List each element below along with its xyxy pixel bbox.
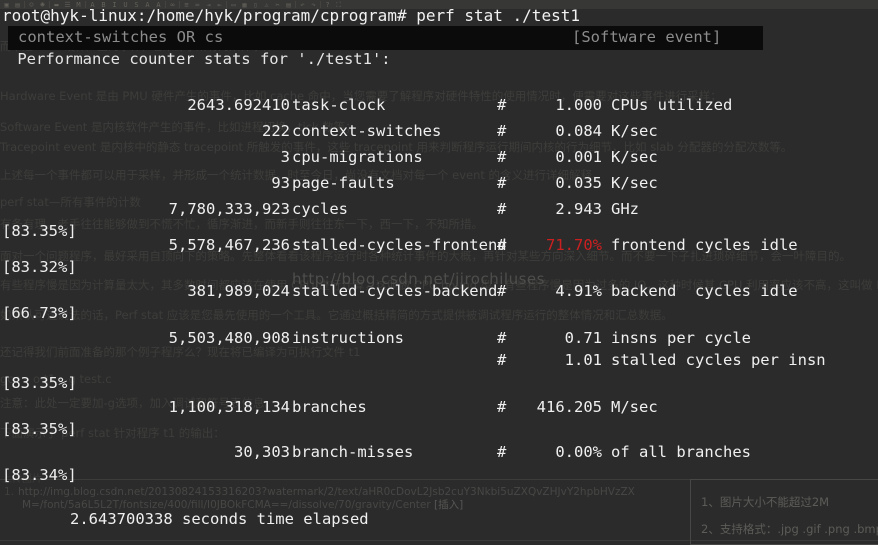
percent-annotation: [66.73%] — [2, 304, 77, 322]
stat-hash: # — [497, 174, 506, 192]
stat-hash: # — [497, 282, 506, 300]
stat-hash: # — [497, 122, 506, 140]
stat-metric-unit: K/sec — [602, 148, 658, 166]
stat-event: context-switches — [292, 122, 441, 140]
upload-hint-formats: 2、支持格式：.jpg .gif .png .bmp — [701, 516, 878, 543]
stat-hash: # — [497, 329, 506, 347]
screenshot-root: ▣ ▤ ☺ ☻ ▬ ☰ M A B I U S A A ∞ ≡ ≔ ⇥ ⇤ ▭ — [0, 0, 878, 545]
stat-metric-unit: K/sec — [602, 174, 658, 192]
stat-metric-unit: frontend cycles idle — [602, 236, 798, 254]
table-row: 1,100,318,134 branches # 416.205M/sec — [0, 398, 878, 424]
list-item: 1.http://img.blog.csdn.net/2013082415331… — [4, 486, 674, 499]
stat-metric: 1.000CPUs utilized — [516, 96, 732, 114]
elapsed-time-line: 2.643700338 seconds time elapsed — [70, 510, 369, 528]
stat-value: 30,303 — [234, 443, 290, 461]
stat-event: instructions — [292, 329, 404, 347]
stat-value: 222 — [262, 122, 290, 140]
shell-prompt-line: root@hyk-linux:/home/hyk/program/cprogra… — [2, 6, 580, 25]
stat-metric: 0.00%of all branches — [516, 443, 751, 461]
stat-metric-number: 416.205 — [516, 398, 602, 416]
list-index: 1. — [4, 486, 18, 499]
stat-event: branch-misses — [292, 443, 413, 461]
stat-metric-unit: CPUs utilized — [602, 96, 732, 114]
uploaded-image-list: 1.http://img.blog.csdn.net/2013082415331… — [4, 486, 674, 512]
stat-metric-number: 0.00% — [516, 443, 602, 461]
stat-metric-unit: GHz — [602, 200, 639, 218]
stat-hash: # — [497, 236, 506, 254]
upload-hint-size: 1、图片大小不能超过2M — [701, 489, 878, 516]
stat-event: cpu-migrations — [292, 148, 423, 166]
highlight-bar — [8, 26, 763, 50]
stat-metric-unit: K/sec — [602, 122, 658, 140]
stat-value: 7,780,333,923 — [169, 200, 290, 218]
table-row: 5,578,467,236 stalled-cycles-frontend # … — [0, 236, 878, 262]
stat-metric-number: 1.000 — [516, 96, 602, 114]
table-row: 3 cpu-migrations # 0.001K/sec — [0, 148, 878, 174]
stat-metric-unit: M/sec — [602, 398, 658, 416]
stat-metric-number: 4.91% — [516, 282, 602, 300]
stat-metric-unit: of all branches — [602, 443, 751, 461]
stat-metric: 2.943GHz — [516, 200, 639, 218]
stat-value: 2643.692410 — [187, 96, 290, 114]
stat-metric-number: 0.035 — [516, 174, 602, 192]
stat-hash: # — [497, 443, 506, 461]
divider — [0, 479, 690, 480]
stats-header: Performance counter stats for './test1': — [8, 50, 391, 68]
stat-event: branches — [292, 398, 367, 416]
stat-metric: 416.205M/sec — [516, 398, 658, 416]
blog-paragraph: 如果认可这说法的话，Perf stat 应该是您最先使用的一个工具。它通过概括精… — [0, 307, 673, 323]
stat-metric: 0.084K/sec — [516, 122, 658, 140]
stat-event: task-clock — [292, 96, 385, 114]
insert-image-button[interactable]: [插入] — [434, 499, 463, 511]
stat-value: 93 — [271, 174, 290, 192]
percent-annotation: [83.32%] — [2, 258, 77, 276]
stat-hash: # — [497, 398, 506, 416]
table-row: # 1.01stalled cycles per insn — [0, 351, 878, 377]
stat-metric-number: 1.01 — [516, 351, 602, 369]
stat-event: page-faults — [292, 174, 395, 192]
percent-annotation: [83.35%] — [2, 374, 77, 392]
stat-value: 381,989,024 — [187, 282, 290, 300]
table-row: 222 context-switches # 0.084K/sec — [0, 122, 878, 148]
stat-metric-unit: stalled cycles per insn — [602, 351, 826, 369]
stat-metric: 71.70%frontend cycles idle — [516, 236, 798, 254]
table-row: 7,780,333,923 cycles # 2.943GHz — [0, 200, 878, 226]
stat-metric: 4.91%backend cycles idle — [516, 282, 798, 300]
stat-event: stalled-cycles-backend — [292, 282, 497, 300]
stat-value: 5,578,467,236 — [169, 236, 290, 254]
stat-value: 3 — [281, 148, 290, 166]
stat-hash: # — [497, 96, 506, 114]
stat-metric: 1.01stalled cycles per insn — [516, 351, 826, 369]
stat-hash: # — [497, 148, 506, 166]
stat-metric-number: 2.943 — [516, 200, 602, 218]
stat-metric-number: 71.70% — [516, 236, 602, 254]
stat-metric: 0.001K/sec — [516, 148, 658, 166]
stat-metric-number: 0.71 — [516, 329, 602, 347]
stat-metric-number: 0.084 — [516, 122, 602, 140]
stat-event: cycles — [292, 200, 348, 218]
table-row: 381,989,024 stalled-cycles-backend # 4.9… — [0, 282, 878, 308]
stat-metric: 0.035K/sec — [516, 174, 658, 192]
percent-annotation: [83.34%] — [2, 466, 77, 484]
table-row: 93 page-faults # 0.035K/sec — [0, 174, 878, 200]
image-url-line1: http://img.blog.csdn.net/201308241533162… — [18, 486, 635, 498]
stat-metric-unit: backend cycles idle — [602, 282, 798, 300]
stat-event: stalled-cycles-frontend — [292, 236, 507, 254]
stat-metric-number: 0.001 — [516, 148, 602, 166]
stat-metric: 0.71insns per cycle — [516, 329, 751, 347]
stat-value: 1,100,318,134 — [169, 398, 290, 416]
upload-hints-panel: 1、图片大小不能超过2M 2、支持格式：.jpg .gif .png .bmp — [690, 479, 878, 545]
stat-value: 5,503,480,908 — [169, 329, 290, 347]
percent-annotation: [83.35%] — [2, 420, 77, 438]
stat-metric-unit: insns per cycle — [602, 329, 751, 347]
stat-hash: # — [497, 200, 506, 218]
stat-hash: # — [497, 351, 506, 369]
table-row: 2643.692410 task-clock # 1.000CPUs utili… — [0, 96, 878, 122]
table-row: 30,303 branch-misses # 0.00%of all branc… — [0, 443, 878, 469]
